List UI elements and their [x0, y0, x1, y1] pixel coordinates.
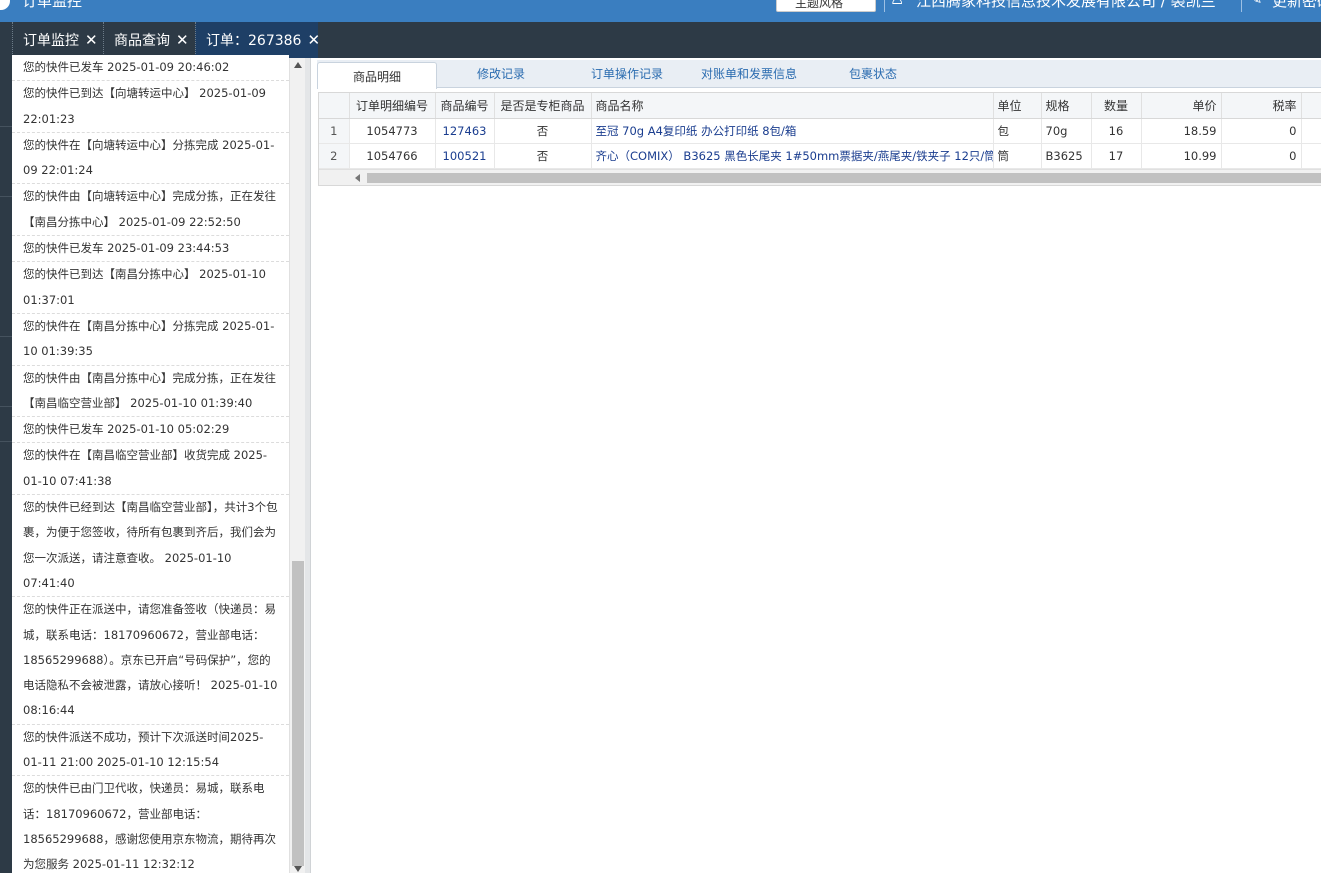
- cell-quantity: 17: [1091, 143, 1142, 169]
- column-header[interactable]: 单价: [1141, 93, 1222, 119]
- tab-modify-record[interactable]: 修改记录: [447, 60, 555, 88]
- cell-empty: [1301, 143, 1321, 169]
- list-item: 您的快件已发车 2025-01-09 20:46:02: [12, 55, 289, 82]
- cell-spec: B3625: [1041, 143, 1092, 169]
- tab-product-detail[interactable]: 商品明细: [317, 62, 437, 89]
- tab-label: 商品查询: [114, 33, 170, 49]
- column-header: [1301, 93, 1321, 119]
- user-icon: ♙: [890, 0, 906, 10]
- cell-tax-rate: 0: [1221, 118, 1302, 144]
- list-item: 您的快件由【向塘转运中心】完成分拣，正在发往【南昌分拣中心】 2025-01-0…: [12, 184, 289, 237]
- tab-bar: 订单监控 ✕ 商品查询 ✕ 订单：267386 ✕: [0, 22, 1321, 58]
- list-item: 您的快件在【南昌分拣中心】分拣完成 2025-01-10 01:39:35: [12, 314, 289, 366]
- nav-rail-divider: [0, 441, 12, 442]
- column-header[interactable]: 规格: [1041, 93, 1092, 119]
- tab-label: 订单：267386: [206, 33, 302, 49]
- tab-label: 订单监控: [23, 33, 79, 49]
- list-item: 您的快件已由门卫代收，快递员：易城，联系电话：18170960672，营业部电话…: [12, 776, 289, 873]
- cell-tax-rate: 0: [1221, 143, 1302, 169]
- product-grid: 订单明细编号 商品编号 是否是专柜商品 商品名称 单位 规格 数量 单价 税率 …: [318, 92, 1321, 186]
- company-user-name: 江西腾家科技信息技术发展有限公司 / 裘凯兰: [916, 0, 1216, 10]
- grid-horizontal-scrollbar[interactable]: [319, 169, 1321, 185]
- column-header[interactable]: 商品名称: [591, 93, 994, 119]
- order-detail-panel: 商品明细 修改记录 订单操作记录 对账单和发票信息 包裹状态 订单明细编号 商品…: [311, 58, 1321, 873]
- header-divider: [884, 0, 885, 12]
- nav-rail: [0, 58, 12, 873]
- nav-rail-divider: [0, 196, 12, 197]
- cell-unit: 筒: [993, 143, 1042, 169]
- tab-statement-invoice[interactable]: 对账单和发票信息: [693, 60, 805, 88]
- cell-product-name[interactable]: 至冠 70g A4复印纸 办公打印纸 8包/箱: [591, 118, 994, 144]
- list-item: 您的快件正在派送中，请您准备签收（快递员：易城，联系电话：18170960672…: [12, 597, 289, 725]
- tab-order-267386[interactable]: 订单：267386 ✕: [195, 22, 320, 58]
- list-item: 您的快件在【南昌临空营业部】收货完成 2025-01-10 07:41:38: [12, 443, 289, 496]
- cell-counter-flag: 否: [494, 118, 592, 144]
- cell-quantity: 16: [1091, 118, 1142, 144]
- list-item: 您的快件已发车 2025-01-10 05:02:29: [12, 417, 289, 444]
- column-header[interactable]: 单位: [993, 93, 1042, 119]
- scroll-down-icon[interactable]: [294, 866, 302, 872]
- tab-package-status[interactable]: 包裹状态: [817, 60, 929, 88]
- cell-product-id[interactable]: 127463: [435, 118, 495, 144]
- cell-unit-price: 18.59: [1141, 118, 1222, 144]
- logistics-panel: 您的快件已发车 2025-01-09 20:46:02 您的快件已到达【向塘转运…: [0, 55, 311, 873]
- table-row[interactable]: 2 1054766 100521 否 齐心（COMIX） B3625 黑色长尾夹…: [319, 143, 1321, 169]
- column-header: [319, 93, 350, 119]
- cell-spec: 70g: [1041, 118, 1092, 144]
- column-header[interactable]: 商品编号: [435, 93, 495, 119]
- column-header[interactable]: 订单明细编号: [349, 93, 436, 119]
- cell-unit-price: 10.99: [1141, 143, 1222, 169]
- list-item: 您的快件已到达【向塘转运中心】 2025-01-09 22:01:23: [12, 81, 289, 133]
- list-item: 您的快件由【南昌分拣中心】完成分拣，正在发往【南昌临空营业部】 2025-01-…: [12, 366, 289, 418]
- close-icon[interactable]: ✕: [307, 22, 320, 58]
- column-header[interactable]: 数量: [1091, 93, 1142, 119]
- nav-rail-divider: [0, 336, 12, 337]
- top-header: 订单监控 主题风格 ♙ 江西腾家科技信息技术发展有限公司 / 裘凯兰 ✎ 更新密…: [0, 0, 1321, 22]
- scroll-left-icon[interactable]: [355, 174, 360, 182]
- column-header[interactable]: 是否是专柜商品: [494, 93, 592, 119]
- table-header-row: 订单明细编号 商品编号 是否是专柜商品 商品名称 单位 规格 数量 单价 税率: [319, 93, 1321, 119]
- theme-select[interactable]: 主题风格: [776, 0, 876, 12]
- row-number: 2: [319, 143, 350, 169]
- scroll-up-icon[interactable]: [294, 62, 302, 68]
- list-item: 您的快件在【向塘转运中心】分拣完成 2025-01-09 22:01:24: [12, 133, 289, 185]
- row-number: 1: [319, 118, 350, 144]
- cell-empty: [1301, 118, 1321, 144]
- list-item: 您的快件已经到达【南昌临空营业部】，共计3个包裹，为便于您签收，待所有包裹到齐后…: [12, 495, 289, 598]
- logistics-list[interactable]: 您的快件已发车 2025-01-09 20:46:02 您的快件已到达【向塘转运…: [12, 55, 289, 873]
- tab-order-monitor[interactable]: 订单监控 ✕: [12, 22, 102, 58]
- update-password-link[interactable]: 更新密码: [1272, 0, 1321, 10]
- cell-unit: 包: [993, 118, 1042, 144]
- table-row[interactable]: 1 1054773 127463 否 至冠 70g A4复印纸 办公打印纸 8包…: [319, 118, 1321, 144]
- cell-detail-id: 1054773: [349, 118, 436, 144]
- cell-product-id[interactable]: 100521: [435, 143, 495, 169]
- edit-icon[interactable]: ✎: [1249, 0, 1262, 8]
- scrollbar-thumb[interactable]: [292, 561, 304, 866]
- list-item: 您的快件已到达【南昌分拣中心】 2025-01-10 01:37:01: [12, 262, 289, 314]
- close-icon[interactable]: ✕: [85, 22, 98, 58]
- nav-rail-divider: [0, 126, 12, 127]
- logistics-scrollbar[interactable]: [289, 58, 305, 873]
- list-item: 您的快件已发车 2025-01-09 23:44:53: [12, 236, 289, 263]
- column-header[interactable]: 税率: [1221, 93, 1302, 119]
- detail-subtabs: 商品明细 修改记录 订单操作记录 对账单和发票信息 包裹状态: [317, 60, 1321, 89]
- list-item: 您的快件派送不成功，预计下次派送时间2025-01-11 21:00 2025-…: [12, 725, 289, 777]
- cell-detail-id: 1054766: [349, 143, 436, 169]
- app-title: 订单监控: [22, 0, 83, 10]
- scrollbar-thumb[interactable]: [367, 173, 1321, 183]
- nav-rail-divider: [0, 406, 12, 407]
- app-logo-icon: [0, 0, 10, 10]
- tab-product-query[interactable]: 商品查询 ✕: [103, 22, 194, 58]
- tab-order-operation-record[interactable]: 订单操作记录: [567, 60, 687, 88]
- header-divider: [1241, 0, 1242, 12]
- close-icon[interactable]: ✕: [176, 22, 189, 58]
- cell-counter-flag: 否: [494, 143, 592, 169]
- product-table: 订单明细编号 商品编号 是否是专柜商品 商品名称 单位 规格 数量 单价 税率 …: [319, 93, 1321, 169]
- cell-product-name[interactable]: 齐心（COMIX） B3625 黑色长尾夹 1#50mm票据夹/燕尾夹/铁夹子 …: [591, 143, 994, 169]
